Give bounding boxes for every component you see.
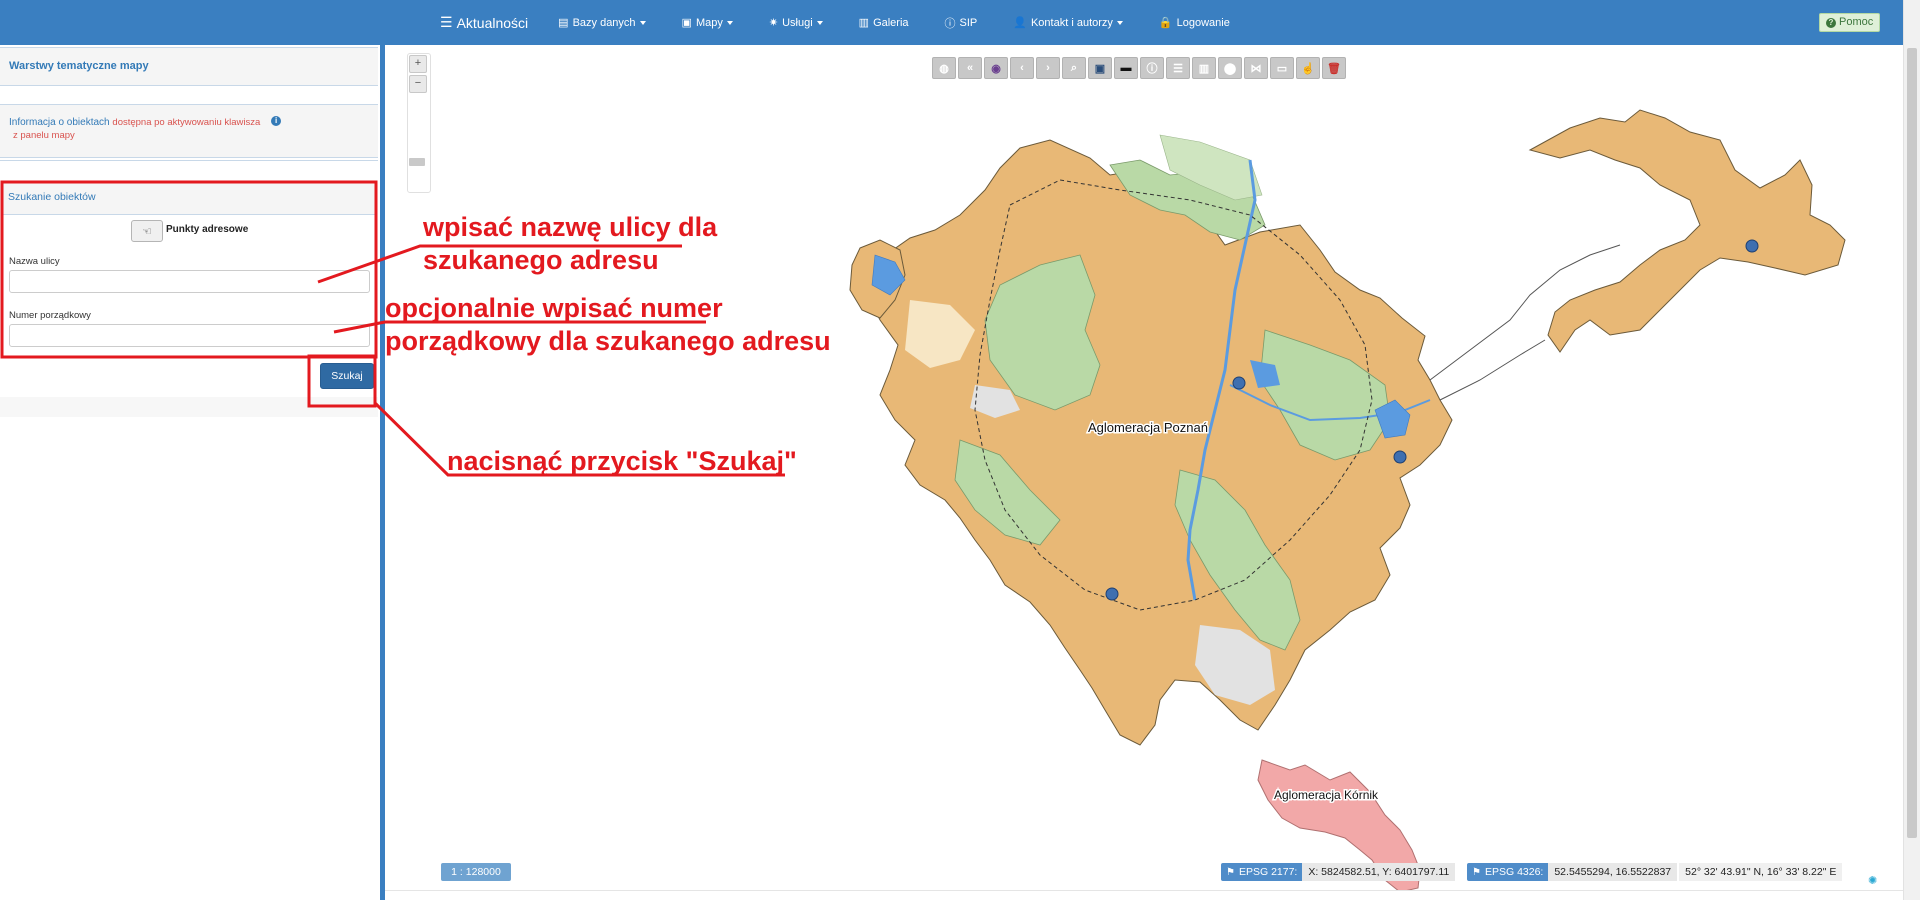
- map-toolbar: ◍ « ◉ ‹ › ⌕ ▣ ▬ ⓘ ☰ ▥ ⬤ ⋈ ▭ ☝ 🗑: [932, 57, 1348, 79]
- east-corridor: [1528, 109, 1846, 353]
- rectangle-icon[interactable]: ▭: [1270, 57, 1294, 79]
- annotation-button-box: [307, 354, 377, 408]
- label-poznan: Aglomeracja Poznań: [1088, 420, 1208, 435]
- globe-icon[interactable]: ◍: [932, 57, 956, 79]
- share-icon[interactable]: ⋈: [1244, 57, 1268, 79]
- coordinates-epsg2177: ⚑ EPSG 2177: X: 5824582.51, Y: 6401797.1…: [1221, 863, 1456, 881]
- annotation-street-line1: wpisać nazwę ulicy dla: [423, 212, 718, 242]
- eye-slash-icon[interactable]: ◉: [984, 57, 1008, 79]
- zoom-slider-handle[interactable]: [409, 158, 425, 166]
- annotation-search-box: [0, 180, 378, 359]
- map-marker: [1745, 239, 1759, 253]
- map-layer[interactable]: Aglomeracja Poznań Aglomeracja Kórnik: [0, 0, 1920, 900]
- zoom-out-button[interactable]: −: [409, 75, 427, 93]
- map-marker: [1232, 376, 1246, 390]
- coordinates-epsg4326: ⚑ EPSG 4326: 52.5455294, 16.5522837 52° …: [1467, 863, 1843, 881]
- road-east: [1439, 339, 1546, 401]
- epsg2177-label: EPSG 2177:: [1238, 866, 1298, 878]
- epsg2177-tag[interactable]: ⚑ EPSG 2177:: [1221, 863, 1303, 881]
- epsg4326-label: EPSG 4326:: [1484, 866, 1544, 878]
- ruler-icon[interactable]: ▬: [1114, 57, 1138, 79]
- print-icon[interactable]: ▣: [1088, 57, 1112, 79]
- annotation-street: wpisać nazwę ulicy dla szukanego adresu: [423, 211, 717, 277]
- search-icon[interactable]: ⌕: [1062, 57, 1086, 79]
- zoom-control: [407, 53, 431, 193]
- label-kornik: Aglomeracja Kórnik: [1274, 788, 1379, 802]
- columns-icon[interactable]: ▥: [1192, 57, 1216, 79]
- annotation-number: opcjonalnie wpisać numer porządkowy dla …: [385, 292, 831, 358]
- map-footer-strip: [385, 890, 1903, 901]
- epsg2177-value: X: 5824582.51, Y: 6401797.11: [1302, 863, 1456, 881]
- hand-icon[interactable]: ☝: [1296, 57, 1320, 79]
- epsg4326-tag[interactable]: ⚑ EPSG 4326:: [1467, 863, 1549, 881]
- scale-indicator: 1 : 128000: [441, 863, 511, 881]
- trash-icon[interactable]: 🗑: [1322, 57, 1346, 79]
- prev-icon[interactable]: ‹: [1010, 57, 1034, 79]
- flag-icon: ⚑: [1226, 866, 1235, 878]
- annotation-number-line2: porządkowy dla szukanego adresu: [385, 326, 831, 356]
- zoom-in-button[interactable]: +: [409, 55, 427, 73]
- annotation-street-line2: szukanego adresu: [423, 245, 659, 275]
- flag-icon: ⚑: [1472, 866, 1481, 878]
- marker-icon[interactable]: ⬤: [1218, 57, 1242, 79]
- dms-value: 52° 32' 43.91" N, 16° 33' 8.22" E: [1679, 863, 1843, 881]
- info-icon[interactable]: ⓘ: [1140, 57, 1164, 79]
- next-icon[interactable]: ›: [1036, 57, 1060, 79]
- list-icon[interactable]: ☰: [1166, 57, 1190, 79]
- settings-gear-icon[interactable]: ✺: [1868, 874, 1878, 887]
- annotation-button: nacisnąć przycisk "Szukaj": [447, 446, 797, 476]
- map-marker: [1393, 450, 1407, 464]
- map-marker: [1105, 587, 1119, 601]
- annotation-number-line1: opcjonalnie wpisać numer: [385, 293, 723, 323]
- double-left-icon[interactable]: «: [958, 57, 982, 79]
- epsg4326-value: 52.5455294, 16.5522837: [1548, 863, 1678, 881]
